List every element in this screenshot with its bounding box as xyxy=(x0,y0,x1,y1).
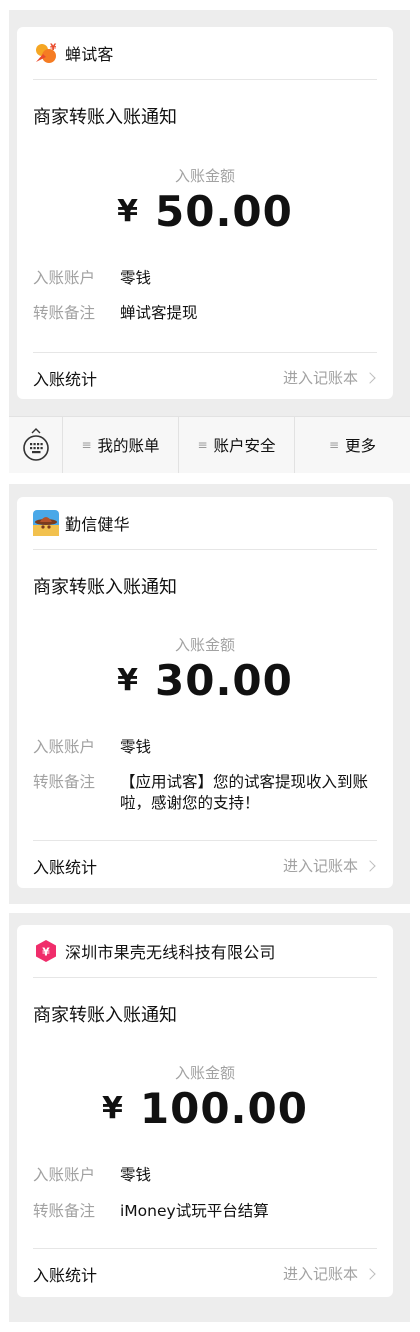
amount-label: 入账金额 xyxy=(174,636,235,654)
amount-label: 入账金额 xyxy=(174,167,235,185)
transfer-notice-card[interactable]: 勤信健华 商家转账入账通知 入账金额 ¥30.00 入账账户 零钱 转账备注 【… xyxy=(17,497,393,888)
account-label: 入账账户 xyxy=(33,738,96,756)
merchant-name: 深圳市果壳无线科技有限公司 xyxy=(65,943,276,962)
merchant-name: 蝉试客 xyxy=(65,45,114,64)
ledger-footer[interactable]: 入账统计 进入记账本 xyxy=(33,352,377,402)
merchant-header[interactable]: ¥ 深圳市果壳无线科技有限公司 xyxy=(33,925,377,978)
amount-number: 30.00 xyxy=(155,656,293,705)
merchant-name: 勤信健华 xyxy=(65,515,130,534)
menu-item-label: 更多 xyxy=(345,437,377,455)
amount-value: ¥50.00 xyxy=(17,187,393,236)
open-ledger-label: 进入记账本 xyxy=(282,1265,358,1283)
transfer-notice-card[interactable]: ¥ 深圳市果壳无线科技有限公司 商家转账入账通知 入账金额 ¥100.00 入账… xyxy=(17,925,393,1297)
amount-value: ¥30.00 xyxy=(17,656,393,705)
merchant-header[interactable]: ¥ 蝉试客 xyxy=(33,27,377,80)
keyboard-icon xyxy=(22,428,49,461)
amount-value: ¥100.00 xyxy=(17,1084,393,1133)
amount-label: 入账金额 xyxy=(174,1064,235,1082)
account-label: 入账账户 xyxy=(33,269,96,287)
menu-item-label: 账户安全 xyxy=(213,437,276,455)
account-row: 入账账户 零钱 xyxy=(33,1165,377,1186)
chevron-right-icon xyxy=(364,1267,376,1280)
guoke-wireless-logo-icon: ¥ xyxy=(33,938,59,964)
svg-text:¥: ¥ xyxy=(42,946,50,959)
menu-item-label: 我的账单 xyxy=(97,437,160,455)
remark-value: 蝉试客提现 xyxy=(120,304,198,322)
ledger-stats-label: 入账统计 xyxy=(33,369,98,389)
ledger-footer[interactable]: 入账统计 进入记账本 xyxy=(33,840,377,890)
chevron-right-icon xyxy=(364,859,376,872)
account-value: 零钱 xyxy=(120,269,152,287)
ledger-stats-label: 入账统计 xyxy=(33,857,98,877)
notice-title: 商家转账入账通知 xyxy=(33,107,177,128)
ledger-stats-label: 入账统计 xyxy=(33,1265,98,1285)
yen-symbol: ¥ xyxy=(102,1091,124,1126)
remark-row: 转账备注 【应用试客】您的试客提现收入到账啦，感谢您的支持！ xyxy=(33,772,377,814)
yen-symbol: ¥ xyxy=(117,194,139,229)
account-row: 入账账户 零钱 xyxy=(33,268,377,289)
account-label: 入账账户 xyxy=(33,1166,96,1184)
notice-title: 商家转账入账通知 xyxy=(33,1005,177,1026)
menu-item-account-security[interactable]: ≡ 账户安全 xyxy=(179,417,295,473)
ledger-footer[interactable]: 入账统计 进入记账本 xyxy=(33,1248,377,1298)
svg-text:¥: ¥ xyxy=(50,43,57,53)
menu-item-my-bills[interactable]: ≡ 我的账单 xyxy=(63,417,179,473)
transfer-notice-card[interactable]: ¥ 蝉试客 商家转账入账通知 入账金额 ¥50.00 入账账户 零钱 转账备注 … xyxy=(17,27,393,399)
menu-list-icon: ≡ xyxy=(81,438,92,452)
chevron-right-icon xyxy=(364,371,376,384)
remark-value: 【应用试客】您的试客提现收入到账啦，感谢您的支持！ xyxy=(120,773,369,812)
qinxin-jianhua-logo-icon xyxy=(33,510,59,536)
menu-list-icon: ≡ xyxy=(328,438,340,452)
remark-value: iMoney试玩平台结算 xyxy=(120,1202,269,1220)
menu-item-more[interactable]: ≡ 更多 xyxy=(295,417,410,473)
amount-number: 50.00 xyxy=(155,187,293,236)
merchant-header[interactable]: 勤信健华 xyxy=(33,497,377,550)
remark-row: 转账备注 iMoney试玩平台结算 xyxy=(33,1201,377,1222)
open-ledger-link[interactable]: 进入记账本 xyxy=(283,1263,377,1284)
account-value: 零钱 xyxy=(120,1166,152,1184)
remark-row: 转账备注 蝉试客提现 xyxy=(33,303,377,324)
remark-label: 转账备注 xyxy=(33,1202,96,1220)
notice-title: 商家转账入账通知 xyxy=(33,577,177,598)
remark-label: 转账备注 xyxy=(33,304,96,322)
amount-number: 100.00 xyxy=(139,1084,308,1133)
account-row: 入账账户 零钱 xyxy=(33,737,377,758)
open-ledger-link[interactable]: 进入记账本 xyxy=(283,367,377,388)
keyboard-toggle-button[interactable] xyxy=(9,417,63,473)
menu-list-icon: ≡ xyxy=(197,438,208,452)
open-ledger-link[interactable]: 进入记账本 xyxy=(283,855,377,876)
chanshike-logo-icon: ¥ xyxy=(33,40,59,66)
official-account-menu-bar: ≡ 我的账单 ≡ 账户安全 ≡ 更多 xyxy=(9,416,410,473)
remark-label: 转账备注 xyxy=(33,773,96,791)
open-ledger-label: 进入记账本 xyxy=(282,369,358,387)
account-value: 零钱 xyxy=(120,738,152,756)
open-ledger-label: 进入记账本 xyxy=(282,857,358,875)
yen-symbol: ¥ xyxy=(117,663,139,698)
